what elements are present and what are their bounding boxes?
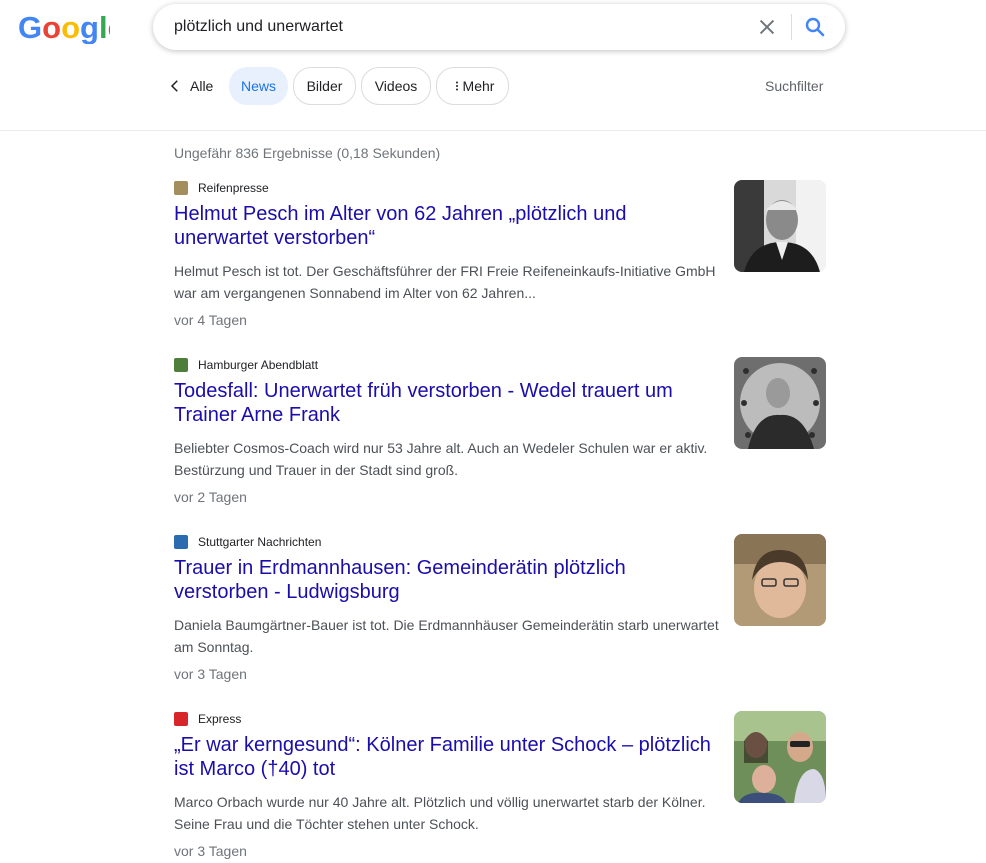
tab-news-label: News (240, 78, 276, 94)
source-name: Stuttgarter Nachrichten (198, 535, 322, 549)
source-name: Reifenpresse (198, 181, 269, 195)
tab-more-label: Mehr (462, 78, 495, 94)
result-source[interactable]: Hamburger Abendblatt (174, 357, 318, 373)
result-stats: Ungefähr 836 Ergebnisse (0,18 Sekunden) (174, 145, 441, 161)
source-favicon (174, 535, 188, 549)
result-snippet: Beliebter Cosmos-Coach wird nur 53 Jahre… (174, 440, 708, 478)
svg-text:Google: Google (18, 12, 110, 44)
source-favicon (174, 358, 188, 372)
result-thumbnail[interactable] (734, 534, 826, 626)
google-logo-image: Google (18, 12, 110, 44)
clear-icon[interactable] (756, 16, 778, 38)
tab-images[interactable]: Bilder (293, 67, 356, 105)
result-date: vor 4 Tagen (174, 312, 247, 328)
chevron-left-icon (170, 80, 178, 92)
tab-all[interactable]: Alle (166, 67, 226, 105)
result-title-link[interactable]: Trauer in Erdmannhausen: Gemeinderätin p… (174, 556, 719, 604)
source-name: Express (198, 712, 242, 726)
result-title-link[interactable]: „Er war kerngesund“: Kölner Familie unte… (174, 733, 719, 781)
tab-all-label: Alle (190, 78, 214, 94)
result-thumbnail[interactable] (734, 180, 826, 272)
google-logo[interactable]: Google (18, 12, 110, 44)
result-title-link[interactable]: Helmut Pesch im Alter von 62 Jahren „plö… (174, 202, 719, 250)
search-icon[interactable] (803, 15, 827, 39)
search-filter-button[interactable]: Suchfilter (765, 78, 823, 94)
result-snippet: Helmut Pesch ist tot. Der Geschäftsführe… (174, 263, 716, 301)
search-divider (791, 14, 792, 40)
tab-videos[interactable]: Videos (361, 67, 431, 105)
result-title-link[interactable]: Todesfall: Unerwartet früh verstorben - … (174, 379, 719, 427)
source-name: Hamburger Abendblatt (198, 358, 319, 372)
result-source[interactable]: Reifenpresse (174, 180, 269, 196)
result-snippet: Marco Orbach wurde nur 40 Jahre alt. Plö… (174, 794, 706, 832)
result-thumbnail[interactable] (734, 711, 826, 803)
search-box[interactable] (153, 4, 845, 50)
result-thumbnail[interactable] (734, 357, 826, 449)
source-favicon (174, 181, 188, 195)
result-date: vor 2 Tagen (174, 489, 247, 505)
result-snippet: Daniela Baumgärtner-Bauer ist tot. Die E… (174, 617, 719, 655)
search-input[interactable] (174, 17, 734, 37)
more-vert-icon (455, 81, 458, 91)
header-divider (0, 130, 986, 131)
result-source[interactable]: Express (174, 711, 241, 727)
result-date: vor 3 Tagen (174, 843, 247, 859)
result-source[interactable]: Stuttgarter Nachrichten (174, 534, 321, 550)
tab-videos-label: Videos (374, 78, 418, 94)
tab-images-label: Bilder (306, 78, 343, 94)
result-date: vor 3 Tagen (174, 666, 247, 682)
tab-news[interactable]: News (229, 67, 288, 105)
tab-more[interactable]: Mehr (436, 67, 509, 105)
source-favicon (174, 712, 188, 726)
